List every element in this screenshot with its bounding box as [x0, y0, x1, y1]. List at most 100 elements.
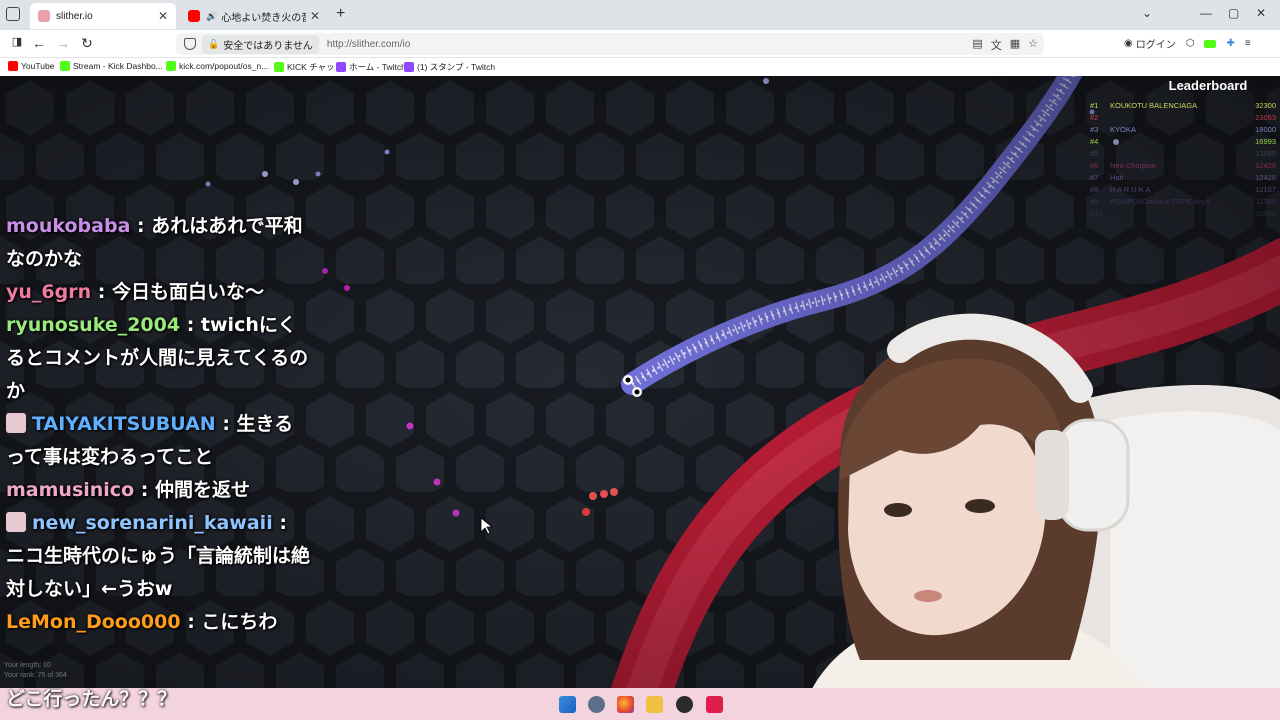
tab-title: slither.io — [56, 10, 93, 22]
menu-icon[interactable]: ≡ — [1245, 38, 1251, 49]
taskbar — [0, 688, 1280, 720]
bookmark-kick-popout[interactable]: kick.com/popout/os_n... — [166, 61, 268, 71]
tab-title: 心地よい焚き火の音でくつろぎ — [221, 12, 306, 24]
leaderboard-rank: #9 — [1090, 196, 1099, 206]
obs-icon[interactable] — [676, 696, 693, 713]
login-button[interactable]: ◉ ログイン — [1124, 36, 1176, 51]
leaderboard-score: 18000 — [1255, 124, 1276, 134]
folder-icon[interactable] — [646, 696, 663, 713]
plus-icon[interactable]: + — [336, 5, 345, 23]
lock-icon: 🔓 — [208, 38, 220, 49]
leaderboard-row: #9 POMPOKOstikKe°FEPE days 11783 — [1090, 195, 1276, 207]
chat-separator: : — [91, 281, 112, 303]
chat-message: moukobaba : あれはあれで平和なのかな — [0, 210, 310, 276]
toolbar-right: ◉ ログイン ⬡ ✚ ≡ — [1124, 36, 1251, 51]
leaderboard-name: Neo Chmpion — [1110, 160, 1156, 170]
kick-extension-icon[interactable] — [1204, 39, 1217, 48]
permissions-icon[interactable]: ▦ — [1010, 37, 1020, 53]
leaderboard-rank: #6 — [1090, 160, 1099, 170]
chat-overlay: moukobaba : あれはあれで平和なのかな yu_6grn : 今日も面白い… — [0, 210, 310, 639]
leaderboard-rank: #2 — [1090, 112, 1099, 122]
window-close-icon[interactable]: ✕ — [1256, 6, 1266, 20]
leaderboard-rank: #10 — [1090, 208, 1103, 218]
bookmark-twitch-stamps[interactable]: (1) スタンプ - Twitch — [404, 61, 495, 73]
security-indicator[interactable]: 🔓 安全ではありません — [202, 34, 319, 54]
bookmark-label: (1) スタンプ - Twitch — [417, 62, 496, 72]
url-text[interactable]: http://slither.com/io — [327, 39, 410, 50]
close-icon[interactable]: ✕ — [310, 9, 320, 23]
leaderboard-rank: #4 — [1090, 136, 1099, 146]
kick-icon — [166, 61, 176, 71]
back-icon[interactable]: ← — [30, 35, 48, 51]
stream-app-icon[interactable] — [706, 696, 723, 713]
bookmark-kick-chat[interactable]: KICK チャット — [274, 61, 343, 73]
bookmark-twitch-home[interactable]: ホーム - Twitch — [336, 61, 406, 73]
forward-icon[interactable]: → — [54, 35, 72, 51]
reader-view-icon[interactable]: ▤ — [972, 37, 982, 53]
bookmark-label: Stream - Kick Dashbo... — [73, 61, 163, 71]
bookmark-youtube[interactable]: YouTube — [8, 61, 54, 71]
settings-icon[interactable] — [588, 696, 605, 713]
leaderboard-score: 16993 — [1255, 136, 1276, 146]
tab-list-icon[interactable] — [6, 7, 20, 21]
leaderboard-row: #10 10650 — [1090, 207, 1276, 219]
leaderboard-rank: #5 — [1090, 148, 1099, 158]
leaderboard-name: POMPOKOstikKe°FEPE days — [1110, 196, 1210, 206]
extension-icon[interactable]: ⬡ — [1186, 38, 1195, 49]
user-badge-icon — [6, 413, 26, 433]
sidebar-toggle-icon[interactable]: ◨ — [8, 35, 26, 48]
kick-icon — [274, 62, 284, 72]
translate-icon[interactable]: 文 — [991, 37, 1002, 53]
leaderboard-name: H A R U K A — [1110, 184, 1151, 194]
your-rank: Your rank: 75 of 364 — [4, 672, 67, 679]
speaker-icon[interactable]: 🔊 — [206, 11, 217, 22]
shield-icon[interactable] — [184, 38, 196, 50]
address-bar-actions: ▤ 文 ▦ ☆ — [972, 37, 1038, 53]
leaderboard-row: #5 13085 — [1090, 147, 1276, 159]
chat-separator: : — [215, 413, 237, 435]
bookmark-label: kick.com/popout/os_n... — [179, 61, 269, 71]
bookmark-kick-dashboard[interactable]: Stream - Kick Dashbo... — [60, 61, 163, 71]
kick-icon — [60, 61, 70, 71]
leaderboard-rank: #3 — [1090, 124, 1099, 134]
close-icon[interactable]: ✕ — [158, 9, 168, 23]
account-icon: ◉ — [1124, 38, 1133, 49]
chat-separator: : — [180, 611, 202, 633]
firefox-icon[interactable] — [617, 696, 634, 713]
navigation-bar: ◨ ← → ↻ 🔓 安全ではありません http://slither.com/i… — [0, 30, 1280, 58]
chat-message: LeMon_Dooo000 : こにちわ — [0, 606, 310, 639]
chat-message: TAIYAKITSUBUAN : 生きるって事は変わるってこと — [0, 408, 310, 474]
address-bar[interactable]: 🔓 安全ではありません http://slither.com/io ▤ 文 ▦ … — [176, 33, 1044, 55]
chat-text: ニコ生時代のにゅう「言論統制は絶対しない」←うおw — [6, 545, 311, 600]
windows-start-icon[interactable] — [559, 696, 576, 713]
chat-separator: : — [134, 479, 155, 501]
leaderboard-row: #8 H A R U K A 12107 — [1090, 183, 1276, 195]
chat-message: mamusinico : 仲間を返せ — [0, 474, 310, 507]
minimize-icon[interactable]: — — [1200, 6, 1212, 20]
chat-username: LeMon_Dooo000 — [6, 611, 181, 633]
leaderboard-row: #6 Neo Chmpion 12426 — [1090, 159, 1276, 171]
twitch-icon — [336, 62, 346, 72]
leaderboard-score: 11783 — [1255, 196, 1276, 206]
leaderboard-score: 13085 — [1255, 148, 1276, 158]
login-label: ログイン — [1135, 40, 1176, 51]
chat-username: TAIYAKITSUBUAN — [32, 413, 216, 435]
chat-text: 今日も面白いな〜 — [111, 281, 264, 303]
leaderboard-name: KOUKOTU BALENCIAGA — [1110, 100, 1198, 110]
leaderboard-row: #4 16993 — [1090, 135, 1276, 147]
bookmark-label: ホーム - Twitch — [349, 62, 406, 72]
youtube-favicon-icon — [188, 10, 200, 22]
leaderboard-name: Hati — [1110, 172, 1124, 182]
chat-username: yu_6grn — [6, 281, 92, 303]
tab-slither[interactable]: slither.io ✕ — [30, 3, 176, 29]
chat-message: new_sorenarini_kawaii : ニコ生時代のにゅう「言論統制は絶… — [0, 507, 310, 606]
chat-text: こにちわ — [201, 611, 278, 633]
tab-youtube[interactable]: 🔊 心地よい焚き火の音でくつろぎ ✕ — [180, 3, 328, 29]
leaderboard-name: KYOKA — [1110, 124, 1136, 134]
star-icon[interactable]: ☆ — [1028, 37, 1038, 53]
extension-puzzle-icon[interactable]: ✚ — [1226, 38, 1234, 49]
chevron-down-icon[interactable]: ⌄ — [1142, 6, 1152, 20]
leaderboard-row: #2 23053 — [1090, 111, 1276, 123]
maximize-icon[interactable]: ▢ — [1228, 6, 1239, 20]
reload-icon[interactable]: ↻ — [78, 35, 96, 52]
